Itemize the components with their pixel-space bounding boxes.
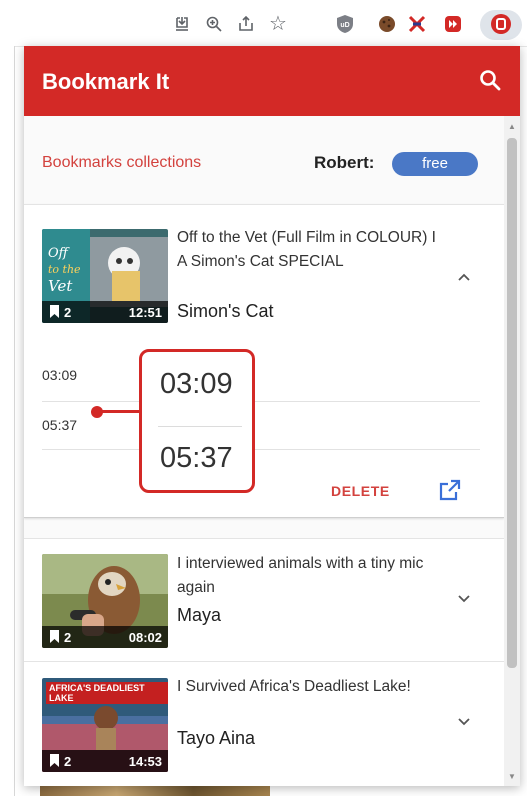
svg-text:Off: Off — [48, 246, 71, 261]
search-icon[interactable] — [478, 68, 502, 92]
chevron-down-icon[interactable] — [456, 714, 472, 730]
plan-badge[interactable]: free — [392, 152, 478, 176]
account-row: Bookmarks collections Robert: free — [24, 116, 504, 202]
divider — [42, 449, 480, 450]
bookmark-count: 2 — [64, 305, 72, 320]
bookmark-count-icon — [50, 305, 59, 318]
video-thumbnail[interactable]: 2 08:02 — [42, 554, 168, 648]
svg-text:to the: to the — [48, 263, 81, 276]
callout-dot — [91, 406, 103, 418]
delete-button[interactable]: DELETE — [331, 483, 390, 499]
thumbnail-caption: AFRICA'S DEADLIEST LAKE — [46, 682, 168, 704]
callout-connector — [100, 410, 140, 413]
scrollbar-thumb[interactable] — [507, 138, 517, 668]
background-page-edge — [0, 46, 15, 796]
timestamp-zoom-callout: 03:09 05:37 — [139, 349, 255, 493]
bookmark-timestamp[interactable]: 05:37 — [42, 417, 77, 433]
popup-header: Bookmark It — [24, 46, 520, 116]
channel-name: Simon's Cat — [177, 301, 274, 321]
video-card: Off to the Vet 2 12:51 Off to the Vet (F… — [24, 204, 504, 518]
popup-content: Bookmarks collections Robert: free Off t… — [24, 116, 520, 786]
download-icon[interactable] — [170, 12, 194, 36]
cookie-icon[interactable] — [376, 13, 398, 35]
video-title[interactable]: Off to the Vet (Full Film in COLOUR) I A… — [177, 226, 437, 274]
video-duration: 08:02 — [128, 630, 162, 645]
divider — [42, 401, 480, 402]
bookmark-count: 2 — [64, 630, 72, 645]
channel-name: Maya — [177, 605, 222, 625]
video-title[interactable]: I Survived Africa's Deadliest Lake! — [177, 675, 437, 699]
ublock-icon[interactable]: uD — [334, 13, 356, 35]
video-duration: 12:51 — [128, 305, 162, 320]
share-icon[interactable] — [234, 12, 258, 36]
video-card: AFRICA'S DEADLIEST LAKE 2 14:53 I Surviv… — [24, 661, 504, 786]
bookmarks-collections-link[interactable]: Bookmarks collections — [42, 154, 201, 172]
thumbnail-info-bar: 2 14:53 — [42, 750, 168, 772]
svg-text:Vet: Vet — [48, 277, 73, 295]
video-thumbnail[interactable]: Off to the Vet 2 12:51 — [42, 229, 168, 323]
chevron-down-icon[interactable] — [456, 591, 472, 607]
open-in-new-icon[interactable] — [439, 479, 461, 501]
scroll-up-icon[interactable]: ▲ — [507, 122, 517, 132]
video-duration: 14:53 — [128, 754, 162, 769]
bookmark-count-icon — [50, 630, 59, 643]
callout-timestamp: 05:37 — [160, 442, 233, 474]
video-card: 2 08:02 I interviewed animals with a tin… — [24, 538, 504, 661]
popup-title: Bookmark It — [42, 69, 170, 94]
bookmark-timestamp[interactable]: 03:09 — [42, 367, 77, 383]
callout-timestamp: 03:09 — [160, 368, 233, 400]
channel-name: Tayo Aina — [177, 728, 256, 748]
star-icon[interactable]: ☆ — [266, 12, 290, 36]
video-thumbnail[interactable]: AFRICA'S DEADLIEST LAKE 2 14:53 — [42, 678, 168, 772]
user-name: Robert: — [314, 153, 375, 172]
bookmark-it-icon[interactable] — [490, 13, 512, 35]
browser-toolbar: ☆ uD — [0, 0, 527, 47]
divider — [158, 426, 242, 427]
thumbnail-info-bar: 2 08:02 — [42, 626, 168, 648]
media-extension-icon[interactable] — [442, 13, 464, 35]
scroll-down-icon[interactable]: ▼ — [507, 772, 517, 782]
chevron-up-icon[interactable] — [456, 269, 472, 285]
zoom-icon[interactable] — [202, 12, 226, 36]
bookmark-count: 2 — [64, 754, 72, 769]
extension-x-icon[interactable] — [406, 13, 428, 35]
video-title[interactable]: I interviewed animals with a tiny mic ag… — [177, 552, 437, 600]
svg-text:uD: uD — [340, 22, 349, 29]
thumbnail-info-bar: 2 12:51 — [42, 301, 168, 323]
bookmark-count-icon — [50, 754, 59, 767]
